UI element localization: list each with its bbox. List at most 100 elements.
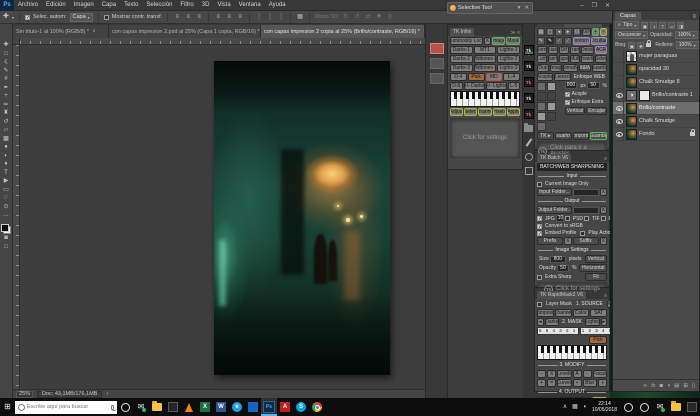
acr-button[interactable]: ACR [595,46,607,54]
equal-button[interactable]: = [547,379,556,387]
tamano-button[interactable]: Tamaño [563,64,578,72]
x-button[interactable]: X [484,37,491,45]
show-transform-checkbox[interactable] [104,15,109,20]
next-icon[interactable]: ▸ [564,28,572,36]
layer-effects-icon[interactable]: fx [651,380,655,392]
tray-mail-window[interactable] [652,398,668,416]
collapse-icon[interactable]: ▾ [517,5,522,11]
layer-icon[interactable] [547,112,556,121]
align-middle-icon[interactable]: ≡ [225,13,233,22]
delete-layer-icon[interactable]: ▯ [692,380,695,392]
tray-explorer-window[interactable] [668,398,684,416]
taskbar-file-explorer[interactable] [149,398,165,416]
extra-sharp-checkbox[interactable] [537,275,542,280]
link-layers-icon[interactable]: ∞ [643,380,647,392]
start-button[interactable] [0,398,15,416]
layer-icon[interactable] [537,82,546,91]
hand-tool[interactable] [1,195,12,202]
midtones-1-button[interactable]: MT1 [474,46,497,54]
horizontal-button[interactable]: Horizontal [573,132,590,140]
panel-menu-icon[interactable]: ≫ ≡ [510,30,522,36]
filter-adjustment-icon[interactable]: ◑ [650,22,657,29]
healing-brush-tool[interactable] [1,93,12,100]
distribute-even-icon[interactable]: ⋮ [277,13,285,22]
eraser-tool[interactable] [1,127,12,134]
suffix-button[interactable]: Suffix [573,237,599,245]
blend-suave-button[interactable]: Suave [548,46,558,54]
prefix-clear-button[interactable]: X [564,237,571,245]
canvas-area[interactable] [20,45,425,389]
layer-row-opacidad-30[interactable]: opacidad 30 [613,63,699,76]
path-selection-tool[interactable] [1,178,12,185]
visibility-toggle[interactable] [615,102,624,115]
align-left-icon[interactable]: ≡ [173,13,181,22]
menu-3d[interactable]: 3D [198,2,214,8]
microphone-icon[interactable] [111,405,114,410]
menu-edicion[interactable]: Edición [42,2,70,8]
menu-seleccion[interactable]: Selección [142,2,176,8]
fill-box-button[interactable]: ▪ [573,379,582,387]
blend-tram-button[interactable]: Tram [570,46,580,54]
taskbar-clock[interactable]: 22:14 10/05/2018 [592,401,617,413]
menu-vista[interactable]: Vista [213,2,234,8]
layer-icon[interactable] [537,112,546,121]
taskbar-acrobat[interactable]: A [277,398,293,416]
ocultar-button[interactable]: Ocultar [591,37,608,45]
size-field[interactable]: 800 [550,256,566,263]
layer-row-fondo[interactable]: Fondo [613,128,699,141]
edit-toolbar-icon[interactable] [1,212,12,219]
horizontal-button[interactable]: Horizontal [579,264,607,272]
output-folder-button[interactable]: Output Folder... [537,206,572,214]
dodge-tool[interactable] [1,153,12,160]
blend-mode-dropdown[interactable]: Oscurecer▾ [615,31,648,39]
align-top-icon[interactable]: ≡ [214,13,222,22]
eyedropper-tool[interactable] [1,85,12,92]
vertical-button[interactable]: Vertical [585,255,607,263]
select-button[interactable]: Select [464,108,477,116]
input-folder-field[interactable] [573,189,599,196]
blend-dif-button[interactable]: Dif [559,46,569,54]
enfoque-extra-checkbox[interactable] [565,100,570,105]
mask-button[interactable]: Mask [506,37,520,45]
filter-type-icon[interactable]: T [659,22,666,29]
input-folder-button[interactable]: Input Folder... [537,188,572,196]
lights-arrow-icon[interactable]: ▸ [601,318,608,326]
l4-button[interactable]: L-4 [503,73,520,81]
layer-icon[interactable] [537,122,546,131]
panel-menu-icon[interactable]: ≡ [604,293,609,299]
tk-menu-button[interactable]: TK ▸ [537,132,554,140]
fit-screen-icon[interactable]: ⊡ [573,28,581,36]
prev-icon[interactable]: ◂ [555,28,563,36]
contorno-button[interactable]: Contorno [573,37,590,45]
clone-stamp-tool[interactable] [1,110,12,117]
blur-button[interactable]: Blur [583,379,597,387]
taskbar-task-view[interactable] [117,398,133,416]
adjustment-layer-icon[interactable] [626,90,637,101]
layer-icon[interactable] [547,102,556,111]
opacity-dropdown[interactable]: 100%▾ [675,31,698,39]
square-icon[interactable] [525,167,533,175]
brush-tool[interactable] [1,102,12,109]
d4-button[interactable]: D-4 [450,73,467,81]
taskbar-blue-app[interactable] [245,398,261,416]
tray-expand-icon[interactable]: ∧ [563,398,567,416]
doc-tab-impresion2-copia[interactable]: con capas impresion 2 copia al 25% (Bril… [261,25,425,38]
imag-button[interactable]: Imag [550,64,562,72]
menu-filtro[interactable]: Filtro [176,2,197,8]
dup-button[interactable]: Dup [537,64,549,72]
blend-super-button[interactable]: Super [559,55,569,63]
add-mask-icon[interactable]: ◙ [660,380,663,392]
zoom-tool[interactable] [1,204,12,211]
taskbar-photoshop[interactable]: Ps [261,398,277,416]
adjust-button[interactable]: Adjust [450,108,463,116]
layer-thumbnail[interactable] [626,103,637,114]
tk-module-icon[interactable]: Tk [524,45,534,55]
layer-row-brillo-contraste[interactable]: Brillo/contraste [613,102,699,115]
zoom-out-button[interactable]: − [600,28,607,36]
lights-1-button[interactable]: Lights-1 [497,46,520,54]
vertical-button[interactable]: Vertical [565,107,586,115]
slash-icon[interactable]: ∕ [564,37,572,45]
darks-1-button[interactable]: Darks-1 [450,46,473,54]
lock-all-icon[interactable] [646,43,651,47]
luminosity-lock-button[interactable]: Luminosity Lock [450,37,483,45]
